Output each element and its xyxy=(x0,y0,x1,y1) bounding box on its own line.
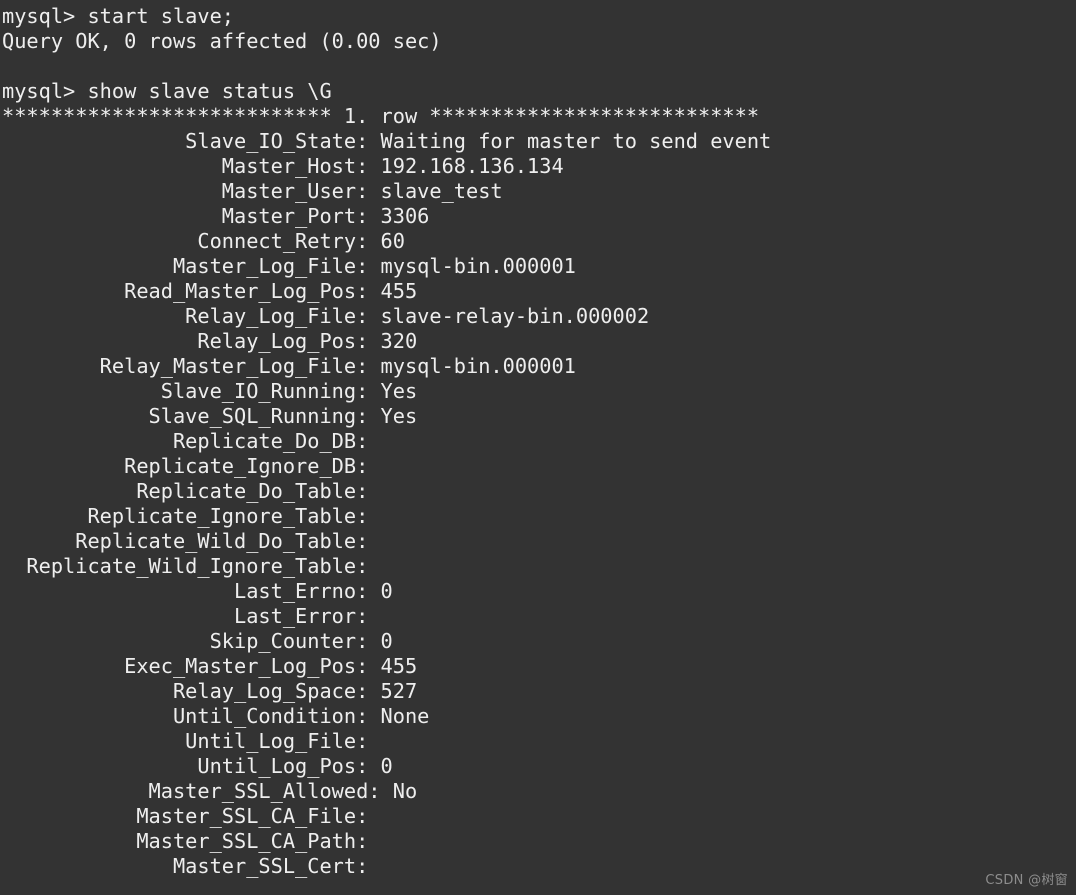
terminal-line: Relay_Log_Pos: 320 xyxy=(2,329,418,353)
terminal-line: Slave_SQL_Running: Yes xyxy=(2,404,418,428)
terminal-line: Master_SSL_CA_File: xyxy=(2,804,369,828)
terminal-line: Replicate_Ignore_DB: xyxy=(2,454,369,478)
terminal-line: Master_SSL_Allowed: No xyxy=(2,779,418,803)
terminal-line: Replicate_Wild_Ignore_Table: xyxy=(2,554,369,578)
terminal-line: mysql> show slave status \G xyxy=(2,79,332,103)
terminal-line: Slave_IO_State: Waiting for master to se… xyxy=(2,129,772,153)
terminal-line: Master_Log_File: mysql-bin.000001 xyxy=(2,254,576,278)
terminal-output-pane[interactable]: mysql> start slave; Query OK, 0 rows affe… xyxy=(0,0,1076,895)
terminal-line: Replicate_Ignore_Table: xyxy=(2,504,369,528)
terminal-line: Read_Master_Log_Pos: 455 xyxy=(2,279,418,303)
terminal-line: Until_Log_Pos: 0 xyxy=(2,754,393,778)
terminal-line: Relay_Log_Space: 527 xyxy=(2,679,418,703)
terminal-line: Master_User: slave_test xyxy=(2,179,503,203)
terminal-line: mysql> start slave; xyxy=(2,4,234,28)
terminal-line: Master_SSL_CA_Path: xyxy=(2,829,369,853)
terminal-line: Skip_Counter: 0 xyxy=(2,629,393,653)
terminal-line: Relay_Master_Log_File: mysql-bin.000001 xyxy=(2,354,576,378)
terminal-line: Exec_Master_Log_Pos: 455 xyxy=(2,654,418,678)
terminal-line: Master_SSL_Cert: xyxy=(2,854,369,878)
terminal-line: Relay_Log_File: slave-relay-bin.000002 xyxy=(2,304,650,328)
terminal-line: Master_Port: 3306 xyxy=(2,204,430,228)
terminal-line: Last_Errno: 0 xyxy=(2,579,393,603)
terminal-line: Last_Error: xyxy=(2,604,369,628)
terminal-line: Query OK, 0 rows affected (0.00 sec) xyxy=(2,29,442,53)
terminal-line: Until_Condition: None xyxy=(2,704,430,728)
terminal-line: Slave_IO_Running: Yes xyxy=(2,379,418,403)
terminal-line: *************************** 1. row *****… xyxy=(2,104,760,128)
terminal-line: Until_Log_File: xyxy=(2,729,369,753)
terminal-line: Replicate_Do_Table: xyxy=(2,479,369,503)
terminal-line: Master_Host: 192.168.136.134 xyxy=(2,154,564,178)
terminal-line: Connect_Retry: 60 xyxy=(2,229,405,253)
terminal-line: Replicate_Wild_Do_Table: xyxy=(2,529,369,553)
terminal-line: Replicate_Do_DB: xyxy=(2,429,369,453)
